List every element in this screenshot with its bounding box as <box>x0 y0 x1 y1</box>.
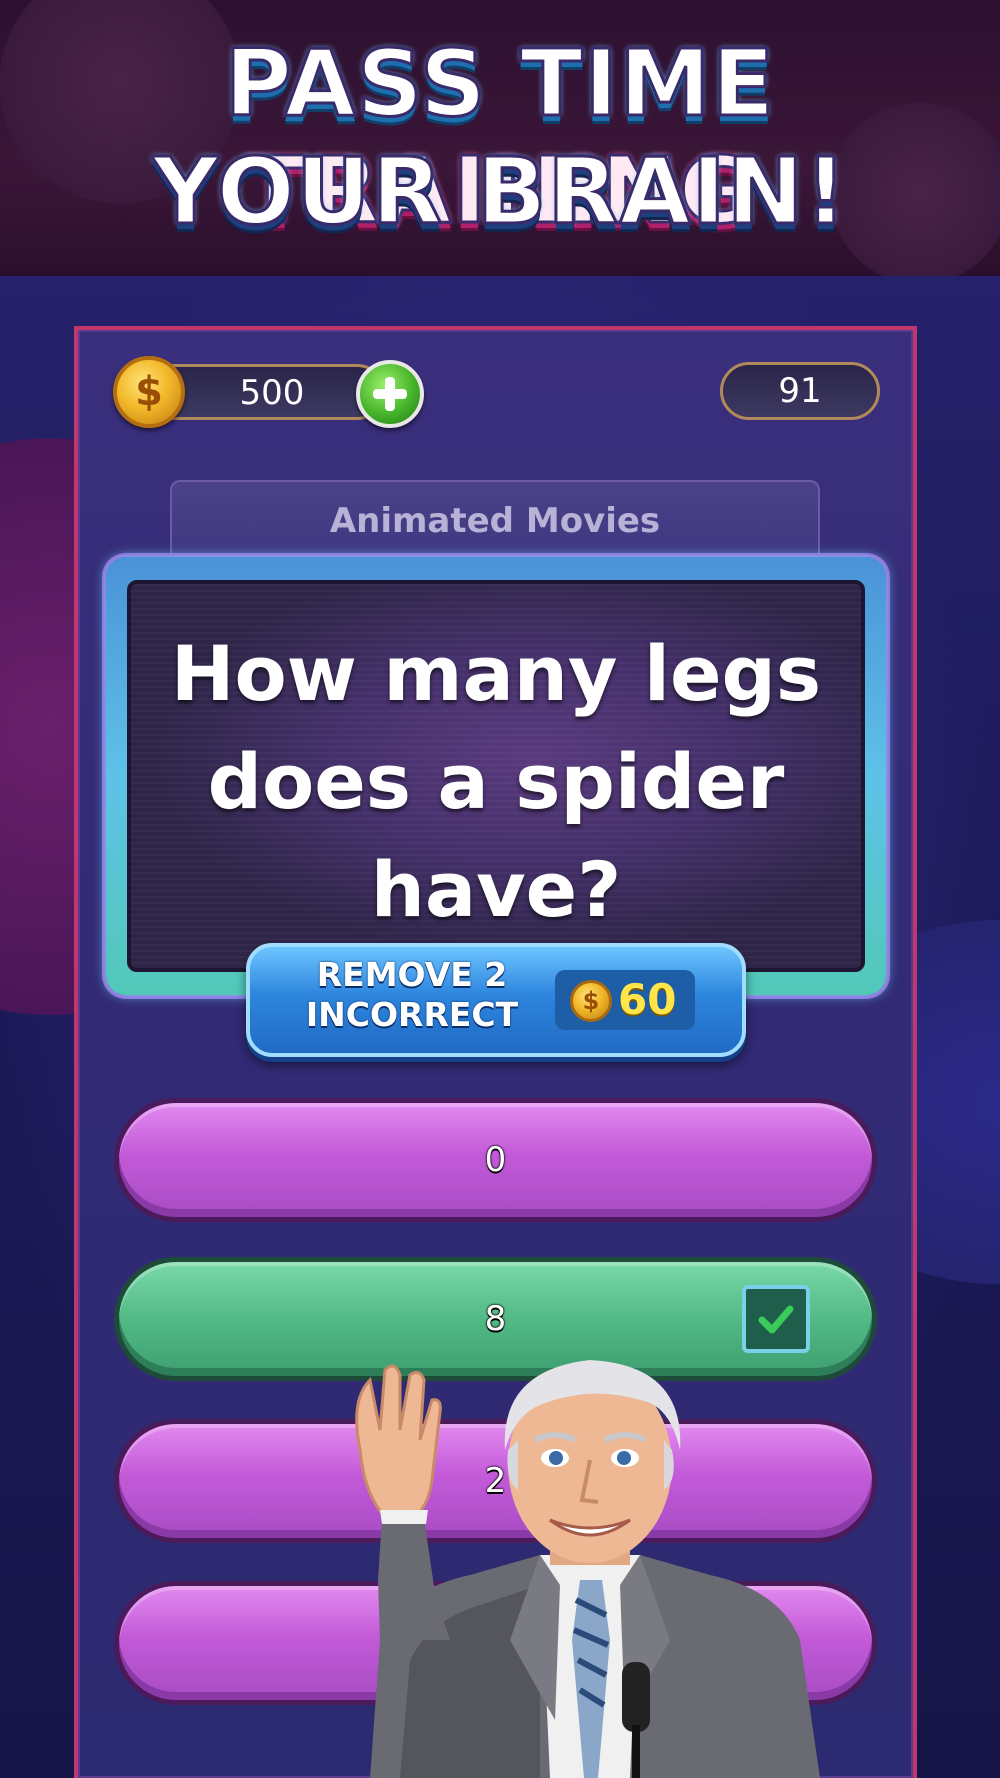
answer-label: 0 <box>484 1140 507 1180</box>
coin-balance: 500 <box>239 373 305 413</box>
host-character <box>355 1360 820 1778</box>
coin-icon: $ <box>113 356 185 428</box>
plus-icon <box>373 377 407 411</box>
lifeline-cost: 60 <box>618 975 677 1024</box>
check-icon <box>758 1305 794 1334</box>
timer-counter: 91 <box>720 362 880 420</box>
remove-label-line-2: INCORRECT <box>305 995 519 1034</box>
question-text: How many legs does a spider have? <box>170 629 822 934</box>
answer-label: 8 <box>484 1299 507 1339</box>
remove-label-line-1: REMOVE 2 <box>316 955 508 994</box>
banner-text-pass-time: PASS TIME <box>223 29 776 139</box>
add-coins-button[interactable] <box>356 360 424 428</box>
banner-headline-line-2: YOUR BRAIN! <box>151 137 848 247</box>
remove-2-incorrect-label: REMOVE 2 INCORRECT <box>282 955 542 1035</box>
category-label: Animated Movies <box>170 480 820 560</box>
coin-icon: $ <box>570 980 612 1022</box>
answer-button-1[interactable]: 0 <box>114 1098 877 1222</box>
promo-banner: PASS TIME TRAINING YOUR BRAIN! <box>0 0 1000 276</box>
